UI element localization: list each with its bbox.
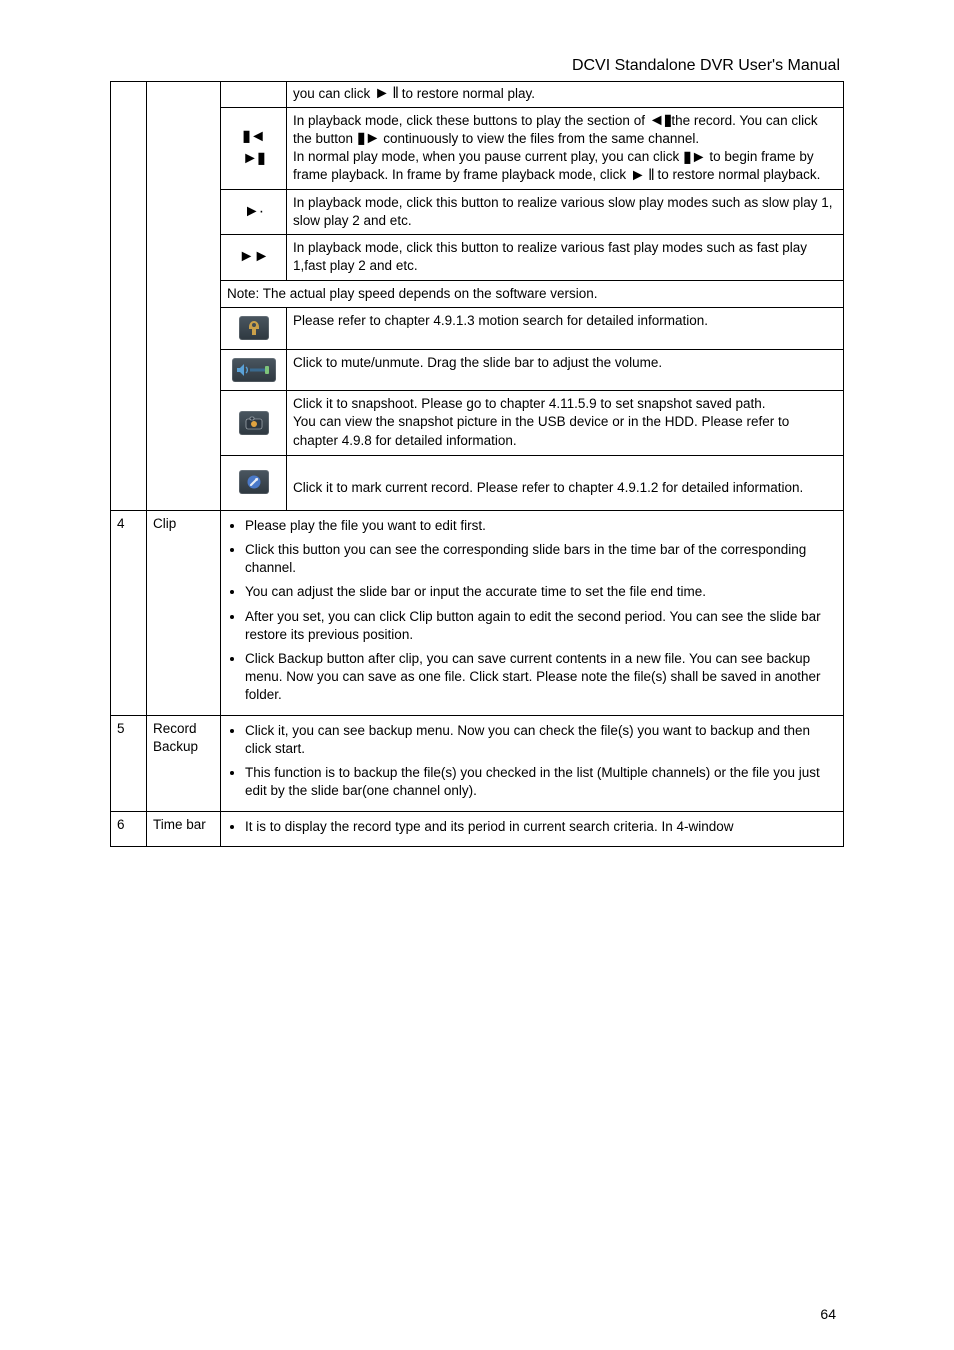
desc-prev-next: In playback mode, click these buttons to… xyxy=(287,107,844,189)
note-play-speed: Note: The actual play speed depends on t… xyxy=(221,280,844,307)
volume-slider-icon xyxy=(232,358,276,382)
name-clip: Clip xyxy=(147,510,221,715)
prev-section-icon: ▮◄ xyxy=(242,129,265,145)
smart-search-icon xyxy=(239,316,269,340)
next-section-icon: ►▮ xyxy=(242,151,265,167)
clip-bullet-3: You can adjust the slide bar or input th… xyxy=(245,583,837,601)
desc-resume: you can click ► ‖ to restore normal play… xyxy=(287,81,844,108)
desc-slowplay: In playback mode, click this button to r… xyxy=(287,189,844,234)
play-pause-icon-2: ► ‖ xyxy=(630,168,654,184)
snapshot-icon-cell xyxy=(221,391,287,456)
backup-bullet-2: This function is to backup the file(s) y… xyxy=(245,764,837,800)
fast-forward-icon: ►► xyxy=(239,249,269,265)
clip-bullet-5: Click Backup button after clip, you can … xyxy=(245,650,837,705)
desc-clip: Please play the file you want to edit fi… xyxy=(221,510,844,715)
fast-play-icon-cell: ►► xyxy=(221,235,287,280)
sn-4: 4 xyxy=(111,510,147,715)
desc-volume: Click to mute/unmute. Drag the slide bar… xyxy=(287,350,844,391)
volume-icon-cell xyxy=(221,350,287,391)
name-record-backup: Record Backup xyxy=(147,715,221,811)
sn-5: 5 xyxy=(111,715,147,811)
clip-bullet-1: Please play the file you want to edit fi… xyxy=(245,517,837,535)
page-header: DCVI Standalone DVR User's Manual xyxy=(110,55,844,77)
desc-snapshot: Click it to snapshoot. Please go to chap… xyxy=(287,391,844,456)
page-number: 64 xyxy=(820,1305,836,1324)
prev-next-icons-cell: ▮◄ ►▮ xyxy=(221,107,287,189)
mark-icon-cell xyxy=(221,456,287,510)
timebar-bullet-1: It is to display the record type and its… xyxy=(245,818,837,836)
manual-table: you can click ► ‖ to restore normal play… xyxy=(110,81,844,847)
desc-record-backup: Click it, you can see backup menu. Now y… xyxy=(221,715,844,811)
play-pause-icon: ► ‖ xyxy=(374,86,398,102)
snapshot-icon xyxy=(239,411,269,435)
clip-bullet-2: Click this button you can see the corres… xyxy=(245,541,837,577)
desc-mark: Click it to mark current record. Please … xyxy=(287,456,844,510)
sn-6: 6 xyxy=(111,811,147,846)
slow-play-icon: ►· xyxy=(244,204,263,220)
slow-play-icon-cell: ►· xyxy=(221,189,287,234)
mark-icon xyxy=(239,470,269,494)
backup-bullet-1: Click it, you can see backup menu. Now y… xyxy=(245,722,837,758)
pipe-next-icon-inline: ▮► xyxy=(357,131,380,147)
desc-smart-search: Please refer to chapter 4.9.1.3 motion s… xyxy=(287,307,844,349)
desc-fastplay: In playback mode, click this button to r… xyxy=(287,235,844,280)
pipe-prev-icon: ◄▮ xyxy=(649,113,672,129)
desc-time-bar: It is to display the record type and its… xyxy=(221,811,844,846)
clip-bullet-4: After you set, you can click Clip button… xyxy=(245,608,837,644)
name-time-bar: Time bar xyxy=(147,811,221,846)
smart-search-icon-cell xyxy=(221,307,287,349)
pipe-next-icon-inline2: ▮► xyxy=(683,150,706,166)
